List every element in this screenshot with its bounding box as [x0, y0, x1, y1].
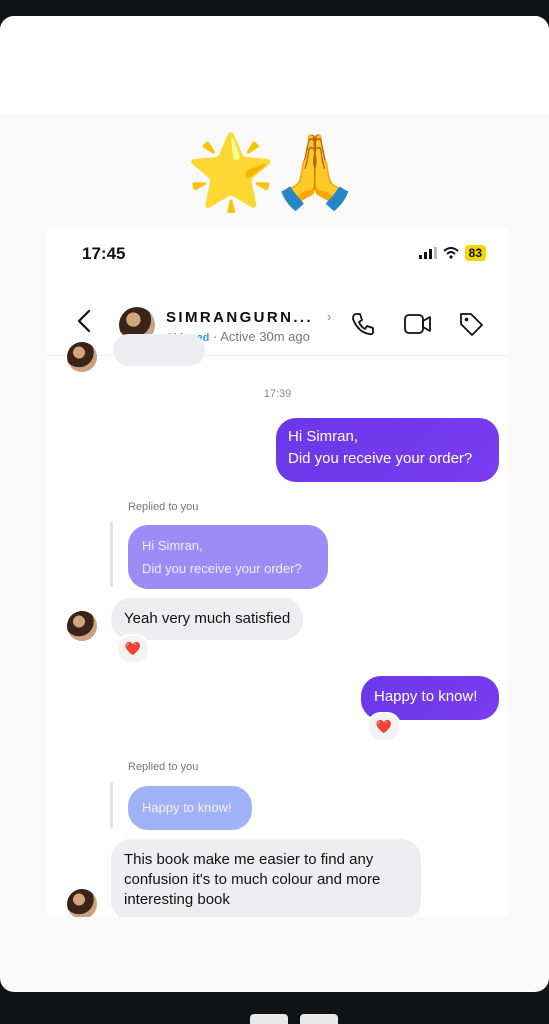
- status-time: 17:45: [82, 244, 126, 263]
- battery-indicator: 83: [464, 245, 486, 261]
- video-call-icon[interactable]: [404, 313, 432, 335]
- previous-message-bubble[interactable]: [113, 334, 205, 366]
- quote-bar: [110, 521, 113, 587]
- phone-call-icon[interactable]: [350, 311, 376, 337]
- sender-avatar: [67, 611, 97, 641]
- status-icons: 83: [418, 245, 486, 261]
- card-top-blank: [0, 16, 549, 114]
- sender-avatar: [67, 342, 97, 372]
- bottom-tab-indicator: [300, 1014, 338, 1024]
- quoted-message-bubble[interactable]: Hi Simran, Did you receive your order?: [128, 525, 328, 589]
- message-timestamp: 17:39: [263, 388, 292, 400]
- dm-screenshot: 17:45 83 SIMRANGURN... › Shipped · Activ…: [47, 227, 508, 917]
- glowing-star-emoji: 🌟: [186, 132, 276, 212]
- message-text-line: Hi Simran,: [288, 428, 359, 445]
- replied-label: Replied to you: [128, 761, 199, 773]
- contact-username[interactable]: SIMRANGURN...: [166, 309, 313, 326]
- tag-label-icon[interactable]: [458, 311, 484, 337]
- quote-bar: [110, 782, 113, 828]
- message-text: Yeah very much satisfied: [124, 610, 291, 627]
- emoji-row: 🌟 🙏: [186, 126, 366, 218]
- heart-reaction[interactable]: ❤️: [367, 712, 401, 742]
- wifi-icon: [442, 247, 459, 259]
- message-text-line: Did you receive your order?: [288, 450, 473, 467]
- received-message-bubble[interactable]: This book make me easier to find any con…: [111, 839, 421, 917]
- quote-text: Happy to know!: [142, 800, 232, 815]
- message-text: Happy to know!: [374, 688, 478, 705]
- message-text: This book make me easier to find any con…: [124, 851, 381, 908]
- heart-reaction[interactable]: ❤️: [116, 634, 150, 664]
- quoted-message-bubble[interactable]: Happy to know!: [128, 786, 252, 830]
- bottom-tab-indicator: [250, 1014, 288, 1024]
- active-status: · Active 30m ago: [213, 329, 310, 344]
- quote-text-line: Hi Simran,: [142, 538, 203, 553]
- replied-label: Replied to you: [128, 501, 199, 513]
- sender-avatar: [67, 889, 97, 917]
- signal-icon: [418, 247, 437, 259]
- back-chevron-icon[interactable]: [77, 309, 91, 333]
- username-chevron-icon[interactable]: ›: [327, 309, 331, 324]
- sent-message-bubble[interactable]: Hi Simran, Did you receive your order?: [276, 418, 499, 482]
- folded-hands-emoji: 🙏: [270, 132, 360, 212]
- quote-text-line: Did you receive your order?: [142, 561, 302, 576]
